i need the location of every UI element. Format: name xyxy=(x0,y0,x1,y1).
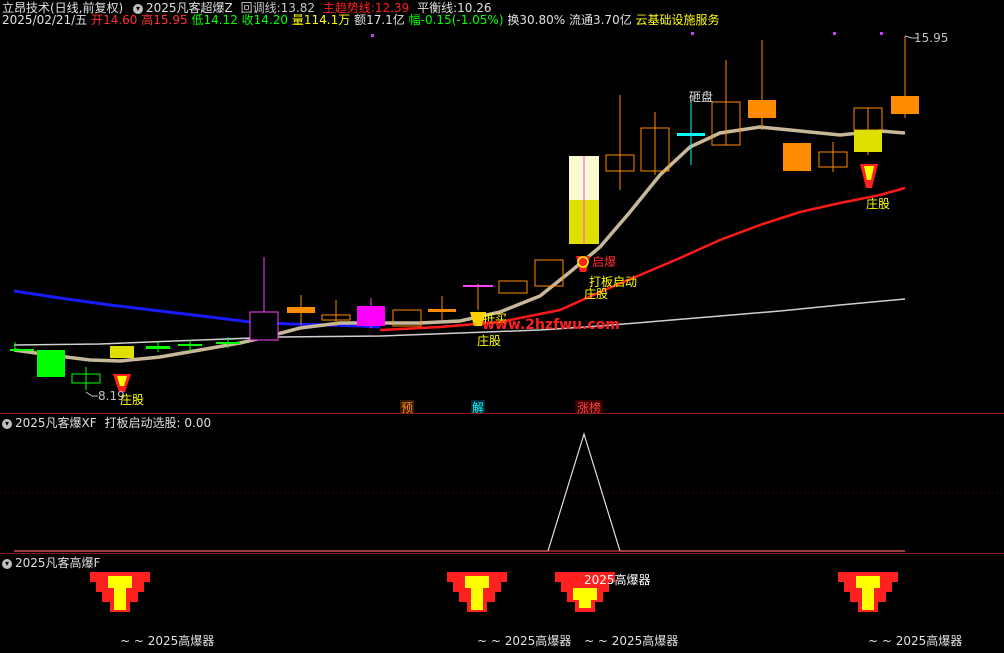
gaobao-tag-3: ~ ~ 2025高爆器 xyxy=(584,634,679,648)
ma-blue-line xyxy=(13,289,381,329)
pane2-header: ▾ 2025凡客爆XF 打板启动选股: 0.00 xyxy=(2,415,211,431)
flame-markers-main xyxy=(113,164,878,392)
ma-red-line xyxy=(379,186,906,332)
gaobao-tag-1: ~ ~ 2025高爆器 xyxy=(120,634,215,648)
gaobao-flames xyxy=(90,572,898,612)
zhuanggu-label-3: 庄股 xyxy=(866,197,891,211)
pane-separator-1[interactable] xyxy=(0,413,1004,414)
pane2-label: 打板启动选股: xyxy=(104,416,181,430)
zaopan-label: 砸盘 xyxy=(689,90,714,104)
pane2-value: 0.00 xyxy=(184,416,212,430)
gaobao-tag-2: ~ ~ 2025高爆器 xyxy=(477,634,572,648)
watermark-text: www.2hzfwu.com xyxy=(482,317,620,333)
low-price-pointer xyxy=(85,391,98,397)
gaobao-tag-top: 2025高爆器 xyxy=(584,573,651,587)
high-price-label: 15.95 xyxy=(914,31,949,45)
daban-signal-line xyxy=(14,431,905,552)
pane2-settings-icon[interactable]: ▾ xyxy=(2,418,12,429)
pane-separator-2[interactable] xyxy=(0,553,1004,554)
zhuanggu-label-1: 庄股 xyxy=(120,393,145,407)
pane2-name[interactable]: 2025凡客爆XF xyxy=(15,416,97,430)
pane3-settings-icon[interactable]: ▾ xyxy=(2,558,12,569)
qibao-label: 启爆 xyxy=(592,255,617,269)
zhuanggu-label-4: 庄股 xyxy=(477,334,502,348)
candles[interactable] xyxy=(10,36,919,390)
zhuanggu-label-2: 庄股 xyxy=(584,287,609,301)
pane3-header: ▾ 2025凡客高爆F xyxy=(2,555,100,571)
top-markers xyxy=(371,32,883,37)
gaobao-tag-4: ~ ~ 2025高爆器 xyxy=(868,634,963,648)
pane3-name[interactable]: 2025凡客高爆F xyxy=(15,556,100,570)
